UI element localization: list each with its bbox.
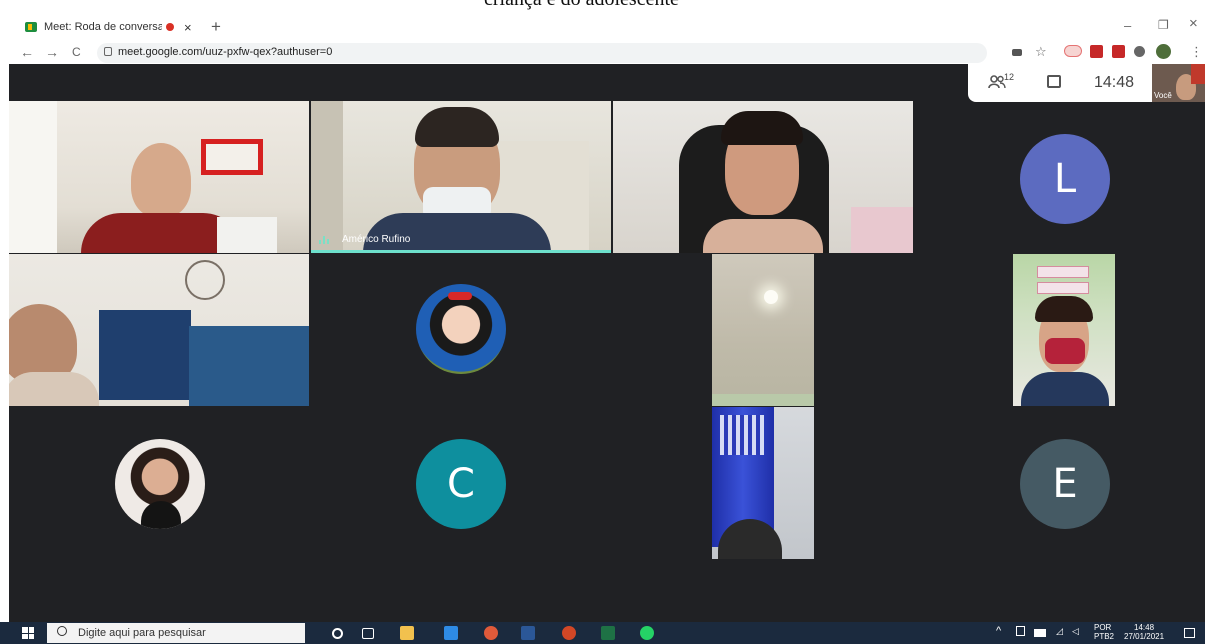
tray-chevron-icon[interactable]: ^ [996, 625, 1001, 637]
meet-top-controls: 12 14:48 [968, 64, 1154, 102]
acrobat-extension-icon[interactable] [1112, 45, 1125, 58]
camera-icon[interactable] [1012, 49, 1022, 56]
window-close-button[interactable]: × [1189, 15, 1198, 32]
participant-avatar-l[interactable]: L [1020, 134, 1110, 224]
tab-title: Meet: Roda de conversa con [44, 21, 162, 33]
mail-icon[interactable] [444, 626, 458, 640]
new-tab-button[interactable]: + [211, 17, 221, 37]
video-tile-americo-rufino[interactable]: Américo Rufino [311, 101, 611, 253]
taskbar-search-placeholder: Digite aqui para pesquisar [78, 627, 206, 639]
recording-dot-icon [166, 23, 174, 31]
chrome-icon[interactable] [484, 626, 498, 640]
chat-icon[interactable] [1047, 75, 1061, 88]
tray-device-icon[interactable] [1016, 626, 1025, 636]
active-speaker-bar [311, 250, 611, 253]
task-view-icon[interactable] [362, 628, 374, 639]
keyboard-layout: PTB2 [1094, 632, 1115, 641]
taskbar-date: 27/01/2021 [1124, 632, 1165, 641]
word-icon[interactable] [521, 626, 535, 640]
self-label: Você [1154, 91, 1172, 100]
video-tile-participant[interactable] [1013, 254, 1115, 406]
tab-meet[interactable]: Meet: Roda de conversa con × [16, 12, 206, 42]
video-tile-ceiling[interactable] [712, 254, 814, 406]
participant-photo-avatar[interactable] [416, 284, 506, 374]
tray-network-icon[interactable]: ◿ [1056, 626, 1063, 637]
meeting-clock: 14:48 [1094, 74, 1135, 91]
browser-menu-icon[interactable]: ⋮ [1190, 44, 1203, 60]
profile-avatar[interactable] [1156, 44, 1171, 59]
participant-count: 12 [1004, 72, 1015, 82]
language-indicator[interactable]: POR PTB2 [1094, 623, 1114, 641]
meet-favicon-icon [25, 22, 37, 32]
taskbar-search-box[interactable]: Digite aqui para pesquisar [47, 623, 305, 643]
notifications-icon[interactable] [1184, 628, 1195, 638]
taskbar-time: 14:48 [1134, 623, 1155, 632]
speaker-name: Américo Rufino [342, 234, 411, 245]
tray-battery-icon[interactable] [1034, 629, 1046, 637]
reload-button[interactable]: C [72, 45, 81, 59]
address-bar-row: ← → C meet.google.com/uuz-pxfw-qex?authu… [0, 42, 1205, 64]
tab-strip: Meet: Roda de conversa con × + – ❐ × [0, 12, 1205, 42]
whatsapp-icon[interactable] [640, 626, 654, 640]
participant-avatar-e[interactable]: E [1020, 439, 1110, 529]
windows-start-icon[interactable] [22, 627, 34, 639]
url-text[interactable]: meet.google.com/uuz-pxfw-qex?authuser=0 [118, 46, 332, 58]
speaker-name-tag: Américo Rufino [319, 234, 410, 245]
cortana-icon[interactable] [332, 628, 343, 639]
lock-icon [104, 47, 112, 56]
record-extension-icon[interactable] [1064, 45, 1082, 57]
meet-grid: 12 14:48 Você Américo Rufino L C E [9, 64, 1205, 622]
search-icon [57, 626, 67, 636]
windows-taskbar: Digite aqui para pesquisar ^ ◿ ◁ POR PTB… [0, 622, 1205, 644]
maximize-button[interactable]: ❐ [1158, 18, 1169, 32]
file-explorer-icon[interactable] [400, 626, 414, 640]
caption-text: criança e do adolescente [484, 0, 784, 11]
powerpoint-icon[interactable] [562, 626, 576, 640]
video-tile-window[interactable] [712, 407, 814, 559]
speaking-indicator-icon [319, 235, 330, 244]
extensions-puzzle-icon[interactable] [1134, 46, 1145, 57]
excel-icon[interactable] [601, 626, 615, 640]
participant-photo-avatar[interactable] [115, 439, 205, 529]
tab-close-button[interactable]: × [184, 20, 192, 35]
forward-button[interactable]: → [45, 44, 59, 60]
video-tile-participant[interactable] [9, 254, 309, 406]
participant-avatar-c[interactable]: C [416, 439, 506, 529]
tray-volume-icon[interactable]: ◁ [1072, 626, 1079, 637]
back-button[interactable]: ← [20, 44, 34, 60]
taskbar-clock[interactable]: 14:48 27/01/2021 [1124, 623, 1164, 641]
video-tile-participant[interactable] [9, 101, 309, 253]
bookmark-star-icon[interactable]: ☆ [1035, 44, 1047, 60]
pdf-extension-icon[interactable] [1090, 45, 1103, 58]
language-code: POR [1094, 623, 1112, 632]
self-view-tile[interactable]: Você [1152, 64, 1205, 102]
minimize-button[interactable]: – [1124, 18, 1131, 33]
video-tile-participant[interactable] [613, 101, 913, 253]
